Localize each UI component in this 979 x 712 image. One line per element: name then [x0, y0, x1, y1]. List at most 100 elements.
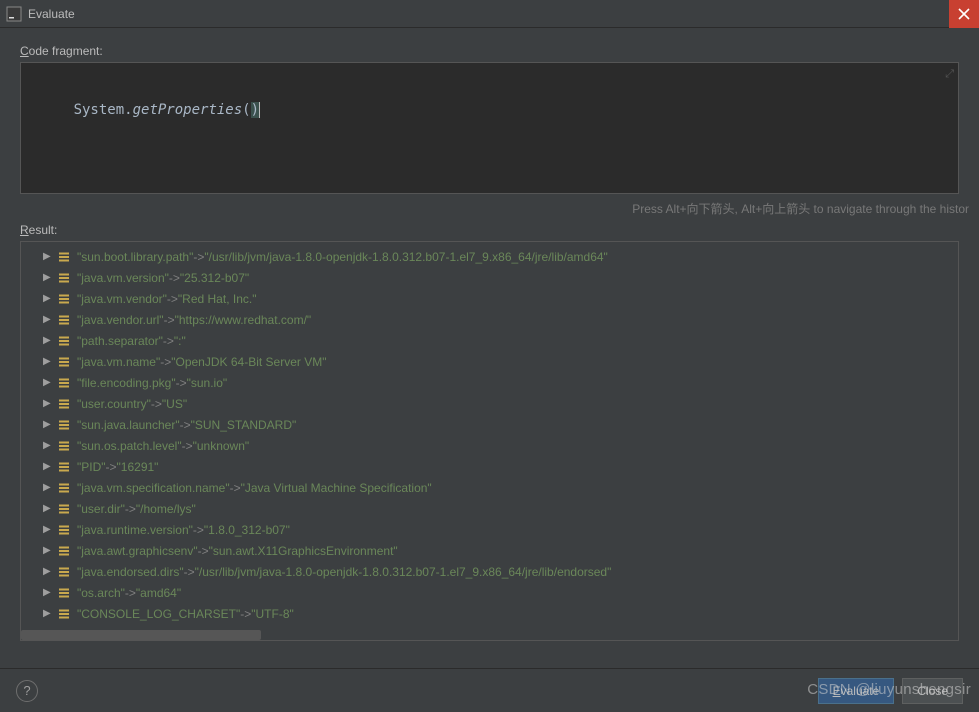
expand-arrow-icon[interactable]: ▶ [43, 377, 53, 388]
dialog-footer: ? Evaluate Close [0, 668, 979, 712]
map-entry-icon [57, 376, 71, 390]
expand-arrow-icon[interactable]: ▶ [43, 587, 53, 598]
expand-arrow-icon[interactable]: ▶ [43, 482, 53, 493]
tree-row[interactable]: ▶"java.vm.specification.name" -> "Java V… [21, 477, 958, 498]
tree-row[interactable]: ▶ "java.vendor.url" -> "https://www.redha… [21, 309, 958, 330]
tree-row[interactable]: ▶"sun.java.launcher" -> "SUN_STANDARD" [21, 414, 958, 435]
arrow-separator: -> [164, 313, 175, 327]
tree-row[interactable]: ▶"os.arch" -> "amd64" [21, 582, 958, 603]
result-box[interactable]: ▶"sun.boot.library.path" -> "/usr/lib/jv… [20, 241, 959, 641]
horizontal-scrollbar[interactable] [21, 630, 261, 640]
tree-row[interactable]: ▶ "CONSOLE_LOG_CHARSET" -> "UTF-8" [21, 603, 958, 624]
arrow-separator: -> [193, 523, 204, 537]
tree-row[interactable]: ▶"sun.boot.library.path" -> "/usr/lib/jv… [21, 246, 958, 267]
expand-icon[interactable]: ⤢ [945, 67, 954, 81]
expand-arrow-icon[interactable]: ▶ [43, 566, 53, 577]
arrow-separator: -> [240, 607, 251, 621]
expand-arrow-icon[interactable]: ▶ [43, 314, 53, 325]
arrow-separator: -> [198, 544, 209, 558]
arrow-separator: -> [106, 460, 117, 474]
result-tree: ▶"sun.boot.library.path" -> "/usr/lib/jv… [21, 242, 958, 641]
app-icon [6, 6, 22, 22]
arrow-separator: -> [160, 355, 171, 369]
map-entry-icon [57, 523, 71, 537]
entry-key: "sun.os.patch.level" [77, 439, 182, 453]
expand-arrow-icon[interactable]: ▶ [43, 272, 53, 283]
expand-arrow-icon[interactable]: ▶ [43, 293, 53, 304]
entry-value: "https://www.redhat.com/" [175, 313, 312, 327]
entry-key: "user.country" [77, 397, 151, 411]
tree-row[interactable]: ▶"user.dir" -> "/home/lys" [21, 498, 958, 519]
arrow-separator: -> [125, 502, 136, 516]
map-entry-icon [57, 292, 71, 306]
map-entry-icon [57, 502, 71, 516]
map-entry-icon [57, 460, 71, 474]
entry-value: "UTF-8" [251, 607, 294, 621]
expand-arrow-icon[interactable]: ▶ [43, 461, 53, 472]
tree-row[interactable]: ▶"file.encoding.pkg" -> "sun.io" [21, 372, 958, 393]
arrow-separator: -> [180, 418, 191, 432]
map-entry-icon [57, 250, 71, 264]
expand-arrow-icon[interactable]: ▶ [43, 608, 53, 619]
expand-arrow-icon[interactable]: ▶ [43, 419, 53, 430]
expand-arrow-icon[interactable]: ▶ [43, 503, 53, 514]
arrow-separator: -> [184, 565, 195, 579]
code-fragment-label: Code fragment: [0, 44, 979, 62]
expand-arrow-icon[interactable]: ▶ [43, 335, 53, 346]
code-fragment-input[interactable]: System.getProperties() ⤢ [20, 62, 959, 194]
arrow-separator: -> [176, 376, 187, 390]
entry-key: "CONSOLE_LOG_CHARSET" [77, 607, 240, 621]
map-entry-icon [57, 481, 71, 495]
entry-value: "US" [162, 397, 187, 411]
tree-row[interactable]: ▶"java.vm.version" -> "25.312-b07" [21, 267, 958, 288]
expand-arrow-icon[interactable]: ▶ [43, 440, 53, 451]
entry-value: "/home/lys" [136, 502, 196, 516]
arrow-separator: -> [182, 439, 193, 453]
help-button[interactable]: ? [16, 680, 38, 702]
arrow-separator: -> [167, 292, 178, 306]
entry-key: "PID" [77, 460, 106, 474]
tree-row[interactable]: ▶"user.country" -> "US" [21, 393, 958, 414]
close-button[interactable]: Close [902, 678, 963, 704]
entry-value: "25.312-b07" [180, 271, 249, 285]
entry-key: "java.vm.vendor" [77, 292, 167, 306]
entry-value: "OpenJDK 64-Bit Server VM" [171, 355, 326, 369]
tree-row[interactable]: ▶"java.endorsed.dirs" -> "/usr/lib/jvm/j… [21, 561, 958, 582]
expand-arrow-icon[interactable]: ▶ [43, 356, 53, 367]
tree-row[interactable]: ▶ "java.vm.vendor" -> "Red Hat, Inc." [21, 288, 958, 309]
entry-key: "java.awt.graphicsenv" [77, 544, 198, 558]
arrow-separator: -> [169, 271, 180, 285]
expand-arrow-icon[interactable]: ▶ [43, 251, 53, 262]
window-close-button[interactable] [949, 0, 979, 28]
expand-arrow-icon[interactable]: ▶ [43, 398, 53, 409]
entry-key: "sun.java.launcher" [77, 418, 180, 432]
entry-value: "16291" [117, 460, 159, 474]
entry-key: "java.vendor.url" [77, 313, 164, 327]
map-entry-icon [57, 586, 71, 600]
entry-key: "java.runtime.version" [77, 523, 193, 537]
map-entry-icon [57, 418, 71, 432]
entry-key: "java.vm.specification.name" [77, 481, 230, 495]
tree-row[interactable]: ▶ "PID" -> "16291" [21, 456, 958, 477]
map-entry-icon [57, 271, 71, 285]
tree-row[interactable]: ▶"path.separator" -> ":" [21, 330, 958, 351]
entry-value: "sun.awt.X11GraphicsEnvironment" [209, 544, 398, 558]
result-label: Result: [0, 223, 979, 241]
entry-key: "java.vm.name" [77, 355, 160, 369]
dialog-content: Code fragment: System.getProperties() ⤢ … [0, 28, 979, 641]
map-entry-icon [57, 355, 71, 369]
expand-arrow-icon[interactable]: ▶ [43, 524, 53, 535]
tree-row[interactable]: ▶ "java.vm.name" -> "OpenJDK 64-Bit Serve… [21, 351, 958, 372]
entry-value: "Red Hat, Inc." [178, 292, 257, 306]
map-entry-icon [57, 607, 71, 621]
tree-row[interactable]: ▶"java.runtime.version" -> "1.8.0_312-b0… [21, 519, 958, 540]
tree-row[interactable]: ▶"sun.os.patch.level" -> "unknown" [21, 435, 958, 456]
evaluate-button[interactable]: Evaluate [818, 678, 895, 704]
map-entry-icon [57, 565, 71, 579]
map-entry-icon [57, 313, 71, 327]
tree-row[interactable]: ▶ "java.awt.graphicsenv" -> "sun.awt.X11G… [21, 540, 958, 561]
expand-arrow-icon[interactable]: ▶ [43, 545, 53, 556]
arrow-separator: -> [163, 334, 174, 348]
matched-paren: ) [251, 102, 259, 118]
entry-key: "path.separator" [77, 334, 163, 348]
